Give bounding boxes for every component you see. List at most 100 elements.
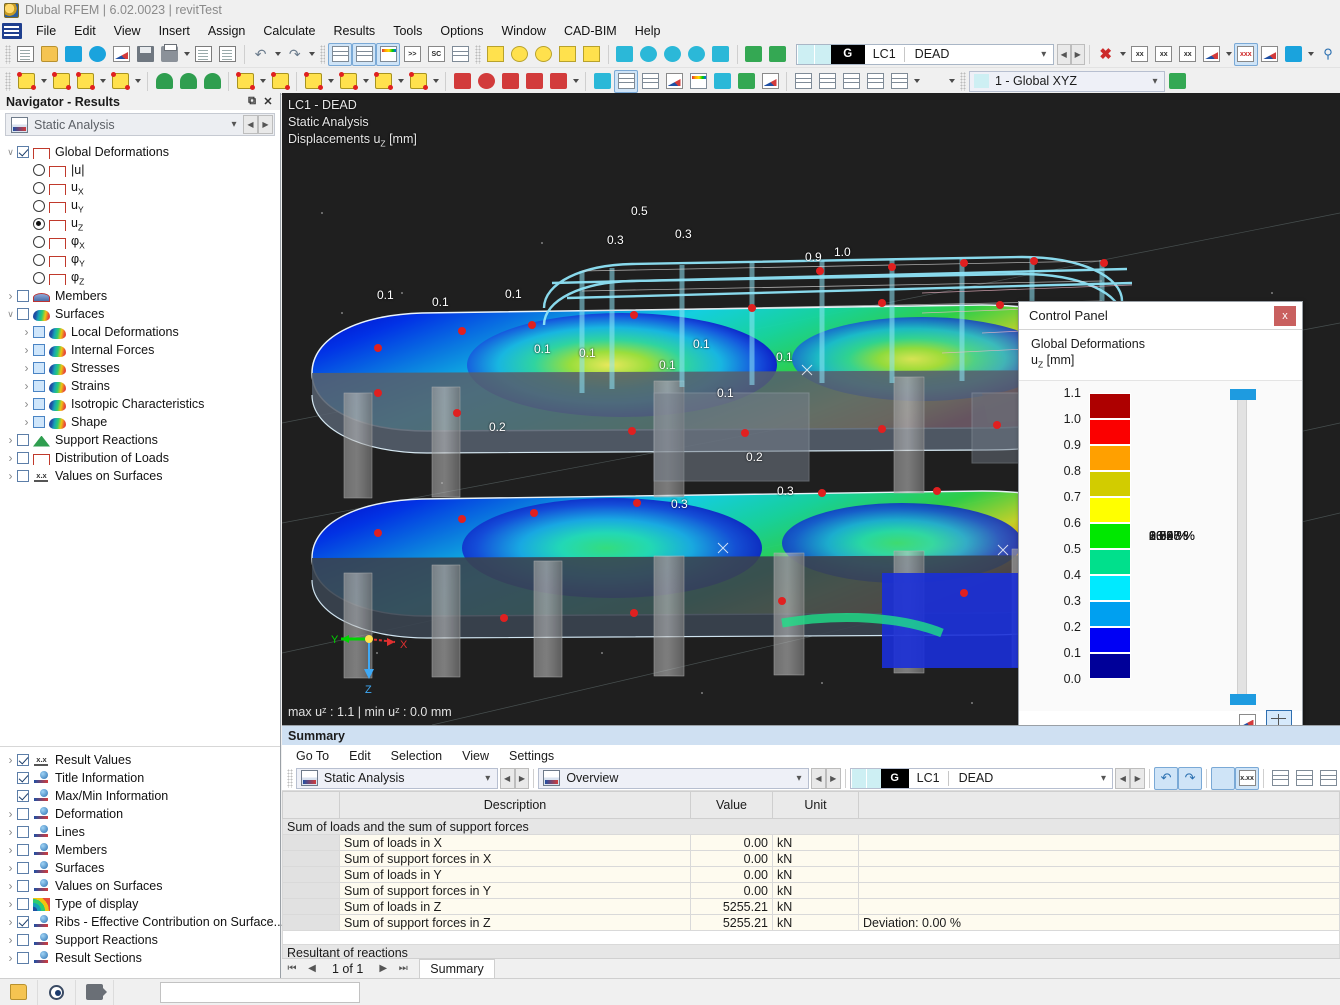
summary-table-button[interactable] (1268, 767, 1292, 790)
tree-checkbox[interactable] (17, 308, 29, 320)
color-band[interactable]: 3.63 % (1089, 523, 1131, 549)
chevron-down-icon[interactable]: ▾ (1094, 773, 1112, 784)
tree-checkbox[interactable] (17, 772, 29, 784)
scale-button[interactable] (522, 70, 546, 93)
script-button[interactable]: SC (424, 43, 448, 66)
new-surface-caret[interactable] (132, 70, 143, 93)
scale-slider-thumb-bottom[interactable] (1230, 694, 1256, 705)
load-settings-button[interactable] (661, 43, 685, 66)
table-view-button[interactable] (448, 43, 472, 66)
menu-item-tools[interactable]: Tools (384, 22, 431, 40)
summary-analysis-prev[interactable]: ◀ (500, 768, 515, 789)
chevron-down-icon[interactable]: ▾ (479, 773, 497, 784)
visibility-caret[interactable] (946, 70, 957, 93)
menu-item-insert[interactable]: Insert (150, 22, 199, 40)
toolbar-grip-3[interactable] (475, 45, 481, 64)
tree-radio[interactable] (33, 254, 45, 266)
delete-results-button[interactable]: ✖ (1094, 43, 1118, 66)
chevron-down-icon[interactable]: ▾ (1035, 49, 1053, 60)
view-side-button[interactable] (839, 70, 863, 93)
tree-radio[interactable] (33, 218, 45, 230)
delete-results-caret[interactable] (1118, 43, 1128, 66)
tree-expander-icon[interactable] (4, 433, 17, 447)
new-hinge-button[interactable] (406, 70, 430, 93)
tree-item[interactable]: Max/Min Information (0, 787, 280, 805)
view-mode-caret[interactable] (1306, 43, 1316, 66)
tree-item[interactable]: Global Deformations (0, 143, 280, 161)
tree-expander-icon[interactable] (4, 753, 17, 767)
tree-checkbox[interactable] (17, 434, 29, 446)
tree-checkbox[interactable] (17, 880, 29, 892)
toolbar-grip[interactable] (5, 45, 11, 64)
menu-item-results[interactable]: Results (325, 22, 385, 40)
render-mode-button[interactable] (590, 70, 614, 93)
menu-item-window[interactable]: Window (492, 22, 554, 40)
navigator-toggle-button[interactable] (328, 43, 352, 66)
pager-first-button[interactable]: ⏮ (282, 963, 302, 974)
view-iso-button[interactable] (863, 70, 887, 93)
color-band[interactable]: 1.39 % (1089, 471, 1131, 497)
new-surface-support-button[interactable] (200, 70, 224, 93)
tree-checkbox[interactable] (33, 326, 45, 338)
view-top-button[interactable] (815, 70, 839, 93)
tree-item[interactable]: φY (0, 251, 280, 269)
import-button[interactable] (742, 43, 766, 66)
tree-radio[interactable] (33, 164, 45, 176)
menu-item-options[interactable]: Options (431, 22, 492, 40)
rotate-button[interactable] (474, 70, 498, 93)
tree-expander-icon[interactable] (4, 451, 17, 465)
tree-item[interactable]: uY (0, 197, 280, 215)
grid-button[interactable] (638, 70, 662, 93)
result-values-3-button[interactable]: xx (1176, 43, 1200, 66)
print-button[interactable] (158, 43, 182, 66)
pager-prev-button[interactable]: ◀ (302, 963, 322, 974)
view-mode-button[interactable] (1282, 43, 1306, 66)
close-icon[interactable]: x (1274, 306, 1296, 326)
mirror-button[interactable] (498, 70, 522, 93)
chevron-down-icon[interactable]: ▾ (790, 773, 808, 784)
table-row[interactable]: Sum of loads in Z5255.21kN (283, 899, 1340, 915)
tree-checkbox[interactable] (33, 416, 45, 428)
tree-item[interactable]: Result Sections (0, 949, 280, 967)
tree-checkbox[interactable] (17, 808, 29, 820)
array-caret[interactable] (570, 70, 581, 93)
tree-expander-icon[interactable] (20, 343, 33, 357)
summary-view-prev[interactable]: ◀ (811, 768, 826, 789)
tree-item[interactable]: Lines (0, 823, 280, 841)
select-objects-button[interactable] (484, 43, 508, 66)
tree-expander-icon[interactable] (4, 807, 17, 821)
visibility-eye-icon[interactable] (38, 980, 76, 1005)
array-button[interactable] (546, 70, 570, 93)
annotation-button[interactable] (734, 70, 758, 93)
tree-item[interactable]: Type of display (0, 895, 280, 913)
summary-analysis-combo[interactable]: Static Analysis ▾ (296, 768, 498, 789)
cs-toolbar-grip[interactable] (960, 72, 966, 91)
section-button[interactable] (758, 70, 782, 93)
new-model-button[interactable] (14, 43, 38, 66)
table-row[interactable]: Sum of support forces in Y0.00kN (283, 883, 1340, 899)
tree-expander-icon[interactable] (4, 309, 17, 320)
render-settings-icon[interactable] (0, 980, 38, 1005)
search-button[interactable]: ⚲ (1316, 43, 1340, 66)
pager-last-button[interactable]: ⏭ (393, 963, 413, 974)
tree-item[interactable]: Shape (0, 413, 280, 431)
model-info-button[interactable] (110, 43, 134, 66)
tree-expander-icon[interactable] (4, 469, 17, 483)
new-line-support-button[interactable] (176, 70, 200, 93)
table-row[interactable]: Sum of support forces in X0.00kN (283, 851, 1340, 867)
tree-item[interactable]: Distribution of Loads (0, 449, 280, 467)
tree-checkbox[interactable] (17, 844, 29, 856)
tree-item[interactable]: x.xResult Values (0, 751, 280, 769)
contour-view-button[interactable] (686, 70, 710, 93)
tree-item[interactable]: uZ (0, 215, 280, 233)
tree-radio[interactable] (33, 182, 45, 194)
coordinate-system-selector[interactable]: 1 - Global XYZ ▾ (969, 71, 1165, 92)
tree-item[interactable]: Local Deformations (0, 323, 280, 341)
tree-checkbox[interactable] (17, 290, 29, 302)
new-node-caret[interactable] (38, 70, 49, 93)
table-row[interactable]: Sum of support forces in Z5255.21kNDevia… (283, 915, 1340, 931)
snow-loads-button[interactable] (685, 43, 709, 66)
new-dimension-caret[interactable] (257, 70, 268, 93)
toolbar-grip-2[interactable] (320, 45, 326, 64)
results-display-icon[interactable] (114, 980, 152, 1005)
